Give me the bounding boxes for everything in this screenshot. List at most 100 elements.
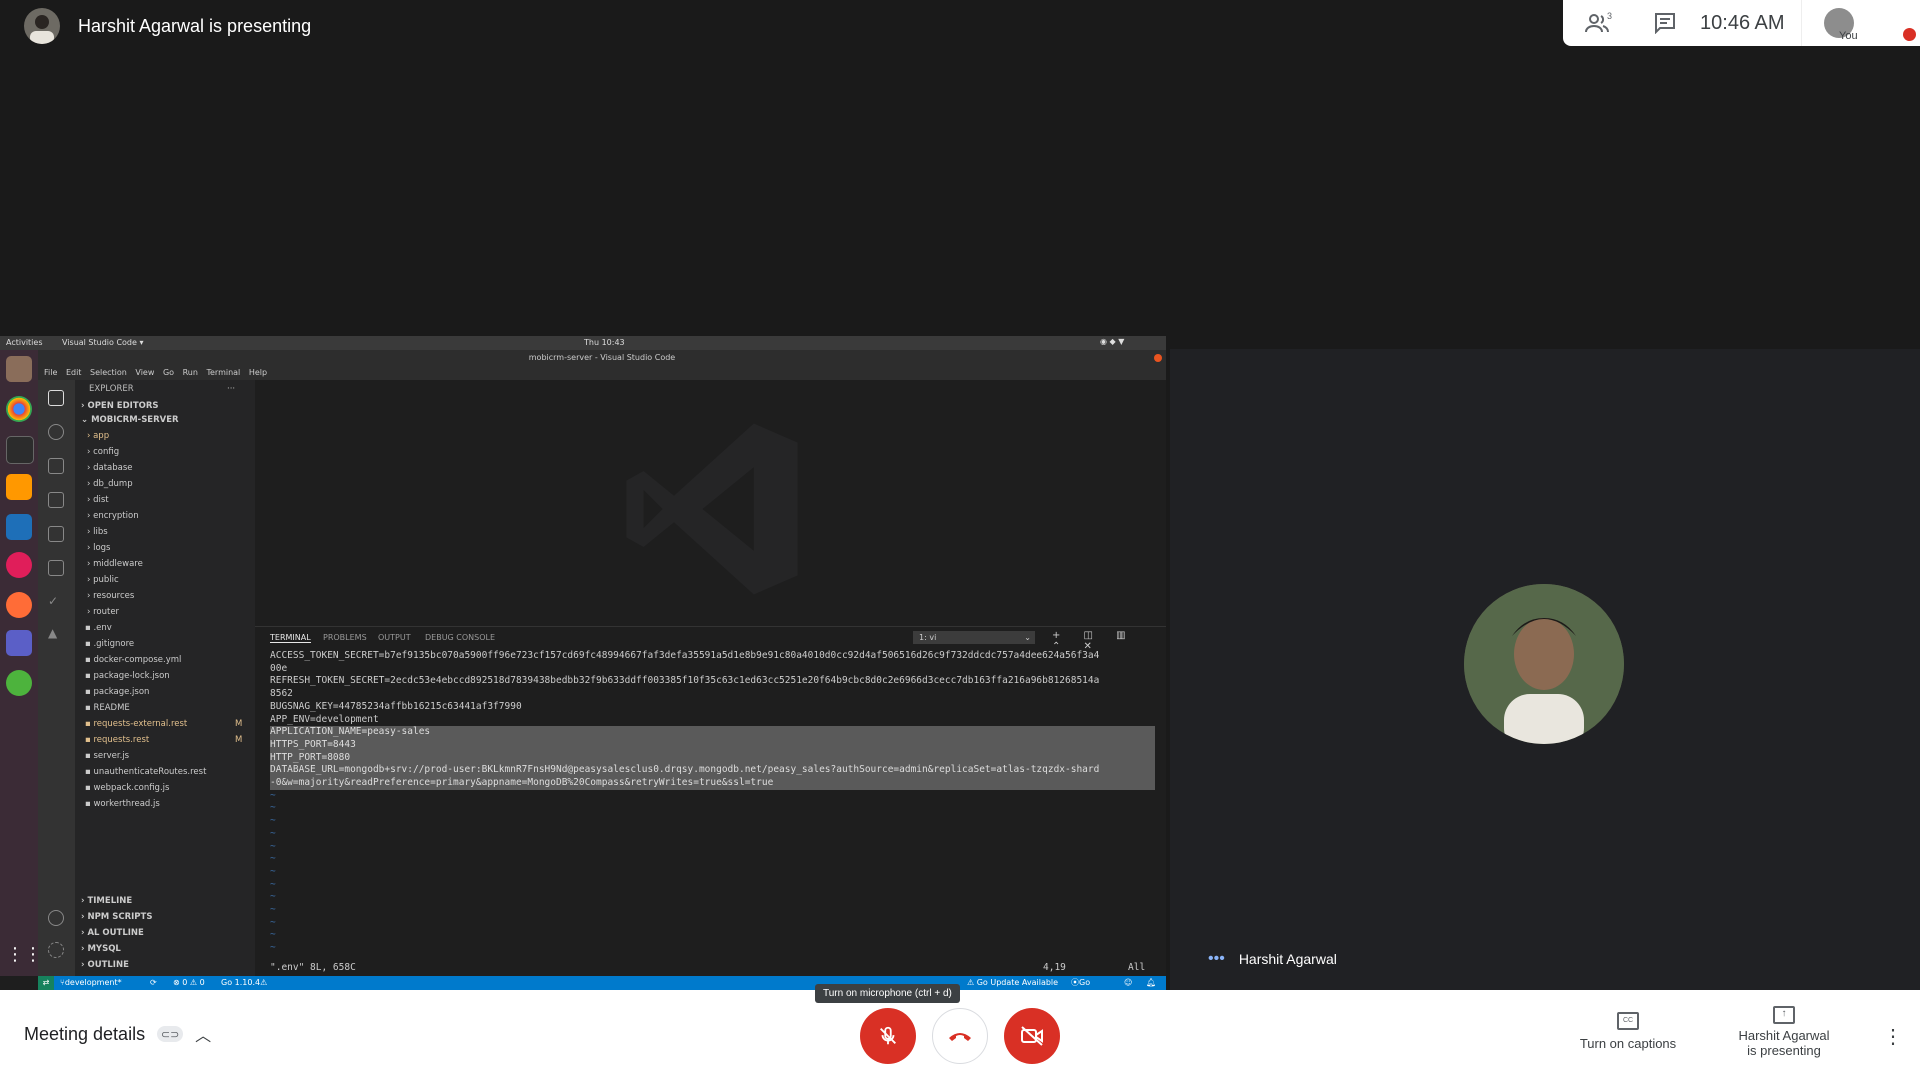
tab-output[interactable]: OUTPUT — [378, 633, 411, 642]
folder-item[interactable]: › app — [87, 429, 267, 443]
more-dots-icon[interactable]: ••• — [1208, 950, 1225, 968]
leave-call-button[interactable] — [932, 1008, 988, 1064]
postman-app-icon[interactable] — [6, 592, 32, 618]
chat-icon[interactable] — [1650, 8, 1680, 38]
remote-explorer-icon[interactable] — [48, 526, 64, 542]
folder-item[interactable]: › database — [87, 461, 267, 475]
vi-empty-line: ~ — [270, 802, 276, 814]
go-update-available[interactable]: ⚠ Go Update Available — [967, 976, 1058, 990]
project-root[interactable]: ⌄ MOBICRM-SERVER — [81, 413, 261, 427]
explorer-section-header[interactable]: › MYSQL — [81, 942, 261, 956]
files-app-icon[interactable] — [6, 356, 32, 382]
mongodb-app-icon[interactable] — [6, 670, 32, 696]
folder-item[interactable]: › libs — [87, 525, 267, 539]
remote-indicator-icon[interactable]: ⇄ — [38, 976, 54, 990]
file-item[interactable]: ▪ package.json — [85, 685, 265, 699]
tab-problems[interactable]: PROBLEMS — [323, 633, 367, 642]
menu-file[interactable]: File — [44, 368, 57, 377]
file-item[interactable]: ▪ server.js — [85, 749, 265, 763]
vscode-app-icon[interactable] — [6, 514, 32, 540]
mic-toggle-button[interactable] — [860, 1008, 916, 1064]
folder-item[interactable]: › middleware — [87, 557, 267, 571]
terminal-app-icon[interactable] — [6, 436, 34, 464]
explorer-more-icon[interactable]: ··· — [227, 382, 247, 396]
problems-count[interactable]: ⊗ 0 ⚠ 0 — [173, 976, 205, 990]
sublime-app-icon[interactable] — [6, 474, 32, 500]
more-options-icon[interactable]: ⋮ — [1883, 1024, 1903, 1049]
go-version[interactable]: Go 1.10.4⚠ — [221, 976, 267, 990]
folder-item[interactable]: › resources — [87, 589, 267, 603]
presenting-label-name: Harshit Agarwal — [1738, 1028, 1830, 1043]
teams-app-icon[interactable] — [6, 630, 32, 656]
explorer-section-header[interactable]: › AL OUTLINE — [81, 926, 261, 940]
file-item[interactable]: ▪ .gitignore — [85, 637, 265, 651]
git-branch[interactable]: ⑂ development* — [60, 976, 122, 990]
menu-terminal[interactable]: Terminal — [206, 368, 240, 377]
gnome-top-bar: Activities Visual Studio Code ▾ Thu 10:4… — [0, 336, 1166, 350]
meeting-details-button[interactable]: Meeting details ⊂⊃ ︿ — [24, 1022, 211, 1046]
menu-edit[interactable]: Edit — [66, 368, 82, 377]
terminal-line: BUGSNAG_KEY=44785234affbb16215c63441af3f… — [270, 700, 522, 712]
explorer-section-header[interactable]: › TIMELINE — [81, 894, 261, 908]
menu-view[interactable]: View — [135, 368, 154, 377]
file-item[interactable]: ▪ unauthenticateRoutes.rest — [85, 765, 265, 779]
run-debug-icon[interactable] — [48, 492, 64, 508]
menu-run[interactable]: Run — [183, 368, 198, 377]
captions-button[interactable]: CC Turn on captions — [1566, 1012, 1690, 1051]
vi-empty-line: ~ — [270, 904, 276, 915]
show-apps-icon[interactable]: ⋮⋮ — [6, 944, 42, 970]
open-editors-section[interactable]: › OPEN EDITORS — [81, 399, 261, 413]
camera-toggle-button[interactable] — [1004, 1008, 1060, 1064]
attachment-icon: ⊂⊃ — [157, 1026, 184, 1042]
file-item[interactable]: ▪ webpack.config.js — [85, 781, 265, 795]
notifications-icon[interactable]: 🔔︎ — [1146, 976, 1156, 990]
explorer-section-header[interactable]: › NPM SCRIPTS — [81, 910, 261, 924]
sync-icon[interactable]: ⟳ — [150, 976, 157, 990]
app-menu[interactable]: Visual Studio Code ▾ — [62, 338, 144, 347]
folder-item[interactable]: › encryption — [87, 509, 267, 523]
terminal-actions[interactable]: + ◫ ▥ ⌃ ✕ — [1052, 630, 1166, 652]
extensions-icon[interactable] — [48, 560, 64, 576]
chrome-app-icon[interactable] — [6, 396, 32, 422]
folder-item[interactable]: › config — [87, 445, 267, 459]
folder-item[interactable]: › logs — [87, 541, 267, 555]
close-window-icon[interactable] — [1154, 354, 1162, 362]
terminal-line: REFRESH_TOKEN_SECRET=2ecdc53e4ebccd89251… — [270, 675, 1100, 687]
activities-button[interactable]: Activities — [6, 338, 43, 347]
search-icon[interactable] — [48, 424, 64, 440]
tab-debug-console[interactable]: DEBUG CONSOLE — [425, 633, 495, 642]
go-live[interactable]: ⦿ Go Live — [1071, 976, 1090, 990]
accounts-icon[interactable] — [48, 910, 64, 926]
slack-app-icon[interactable] — [6, 552, 32, 578]
menu-help[interactable]: Help — [249, 368, 267, 377]
vscode-activity-bar: ✓ ▲ — [38, 380, 75, 976]
settings-gear-icon[interactable] — [48, 942, 64, 958]
vscode-menubar: File Edit Selection View Go Run Terminal… — [38, 366, 1166, 380]
system-tray-icon[interactable]: ◉ ◆ ▼ — [1100, 337, 1124, 346]
presenting-button[interactable]: ↑ Harshit Agarwal is presenting — [1724, 1006, 1844, 1058]
tab-terminal[interactable]: TERMINAL — [270, 633, 311, 643]
captions-label: Turn on captions — [1579, 1036, 1677, 1051]
folder-item[interactable]: › dist — [87, 493, 267, 507]
file-item[interactable]: ▪ docker-compose.yml — [85, 653, 265, 667]
file-item[interactable]: ▪ .env — [85, 621, 265, 635]
file-item[interactable]: ▪ workerthread.js — [85, 797, 265, 811]
source-control-icon[interactable] — [48, 458, 64, 474]
folder-item[interactable]: › db_dump — [87, 477, 267, 491]
vi-status-position: 4,19 — [1043, 962, 1066, 973]
folder-item[interactable]: › router — [87, 605, 267, 619]
feedback-icon[interactable]: ☺ — [1124, 976, 1132, 990]
terminal-line: 00e — [270, 662, 288, 674]
menu-selection[interactable]: Selection — [90, 368, 127, 377]
checkmark-icon[interactable]: ✓ — [48, 594, 64, 610]
docker-icon[interactable]: ▲ — [48, 626, 64, 642]
terminal-line: APP_ENV=development — [270, 713, 379, 725]
explorer-icon[interactable] — [48, 390, 64, 406]
file-item[interactable]: ▪ package-lock.json — [85, 669, 265, 683]
explorer-section-header[interactable]: › OUTLINE — [81, 958, 261, 972]
clock: 10:46 AM — [1700, 11, 1785, 34]
folder-item[interactable]: › public — [87, 573, 267, 587]
terminal-select[interactable]: 1: vi ⌄ — [913, 631, 1035, 644]
file-item[interactable]: ▪ README — [85, 701, 265, 715]
menu-go[interactable]: Go — [163, 368, 174, 377]
